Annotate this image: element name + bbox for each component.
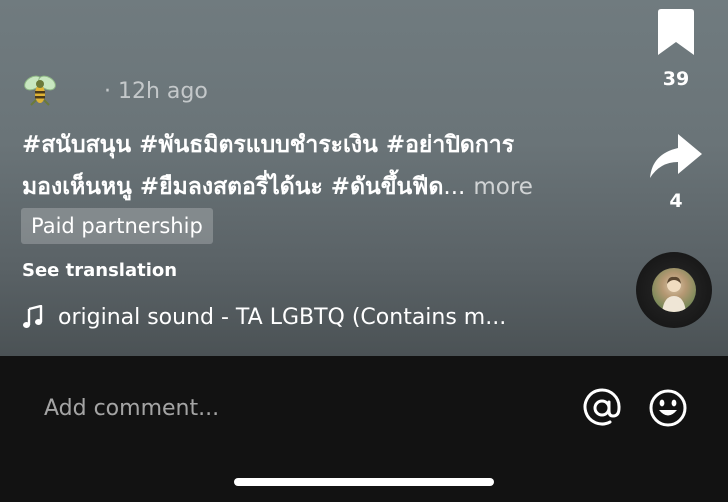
home-indicator[interactable] xyxy=(234,478,494,486)
caption-ellipsis: ... xyxy=(443,174,466,200)
sound-disc-avatar xyxy=(652,268,696,312)
caption-line-1: #สนับสนุน #พันธมิตรแบบชำระเงิน #อย่าปิดก… xyxy=(22,132,515,158)
share-count: 4 xyxy=(669,190,683,212)
see-translation-link[interactable]: See translation xyxy=(22,258,177,284)
comment-input[interactable] xyxy=(44,390,524,426)
at-mention-icon[interactable] xyxy=(580,386,624,430)
post-caption[interactable]: #สนับสนุน #พันธมิตรแบบชำระเงิน #อย่าปิดก… xyxy=(22,124,562,208)
bookmark-count: 39 xyxy=(662,68,690,90)
share-button[interactable]: 4 xyxy=(636,132,716,212)
post-time: · 12h ago xyxy=(104,78,208,104)
emoji-icon[interactable] xyxy=(646,386,690,430)
sound-title: original sound - TA LGBTQ (Contains m... xyxy=(58,304,507,330)
sound-row[interactable]: original sound - TA LGBTQ (Contains m... xyxy=(22,302,506,332)
more-link[interactable]: more xyxy=(473,174,533,200)
bee-avatar-icon[interactable] xyxy=(20,71,60,111)
post-meta: · 12h ago xyxy=(20,68,208,114)
paid-partnership-badge[interactable]: Paid partnership xyxy=(21,208,213,244)
caption-line-2-text: มองเห็นหนู #ยืมลงสตอรี่ได้นะ #ดันขึ้นฟีด xyxy=(22,174,444,200)
share-icon xyxy=(648,132,704,184)
video-area[interactable]: · 12h ago #สนับสนุน #พันธมิตรแบบชำระเงิน… xyxy=(0,0,728,356)
comment-bar xyxy=(0,356,728,502)
action-rail: 39 4 xyxy=(636,0,716,356)
sound-disc[interactable] xyxy=(636,252,712,328)
bookmark-button[interactable]: 39 xyxy=(636,8,716,90)
caption-line-2: มองเห็นหนู #ยืมลงสตอรี่ได้นะ #ดันขึ้นฟีด… xyxy=(22,166,562,208)
music-note-icon xyxy=(22,304,44,329)
bookmark-icon xyxy=(654,8,698,62)
